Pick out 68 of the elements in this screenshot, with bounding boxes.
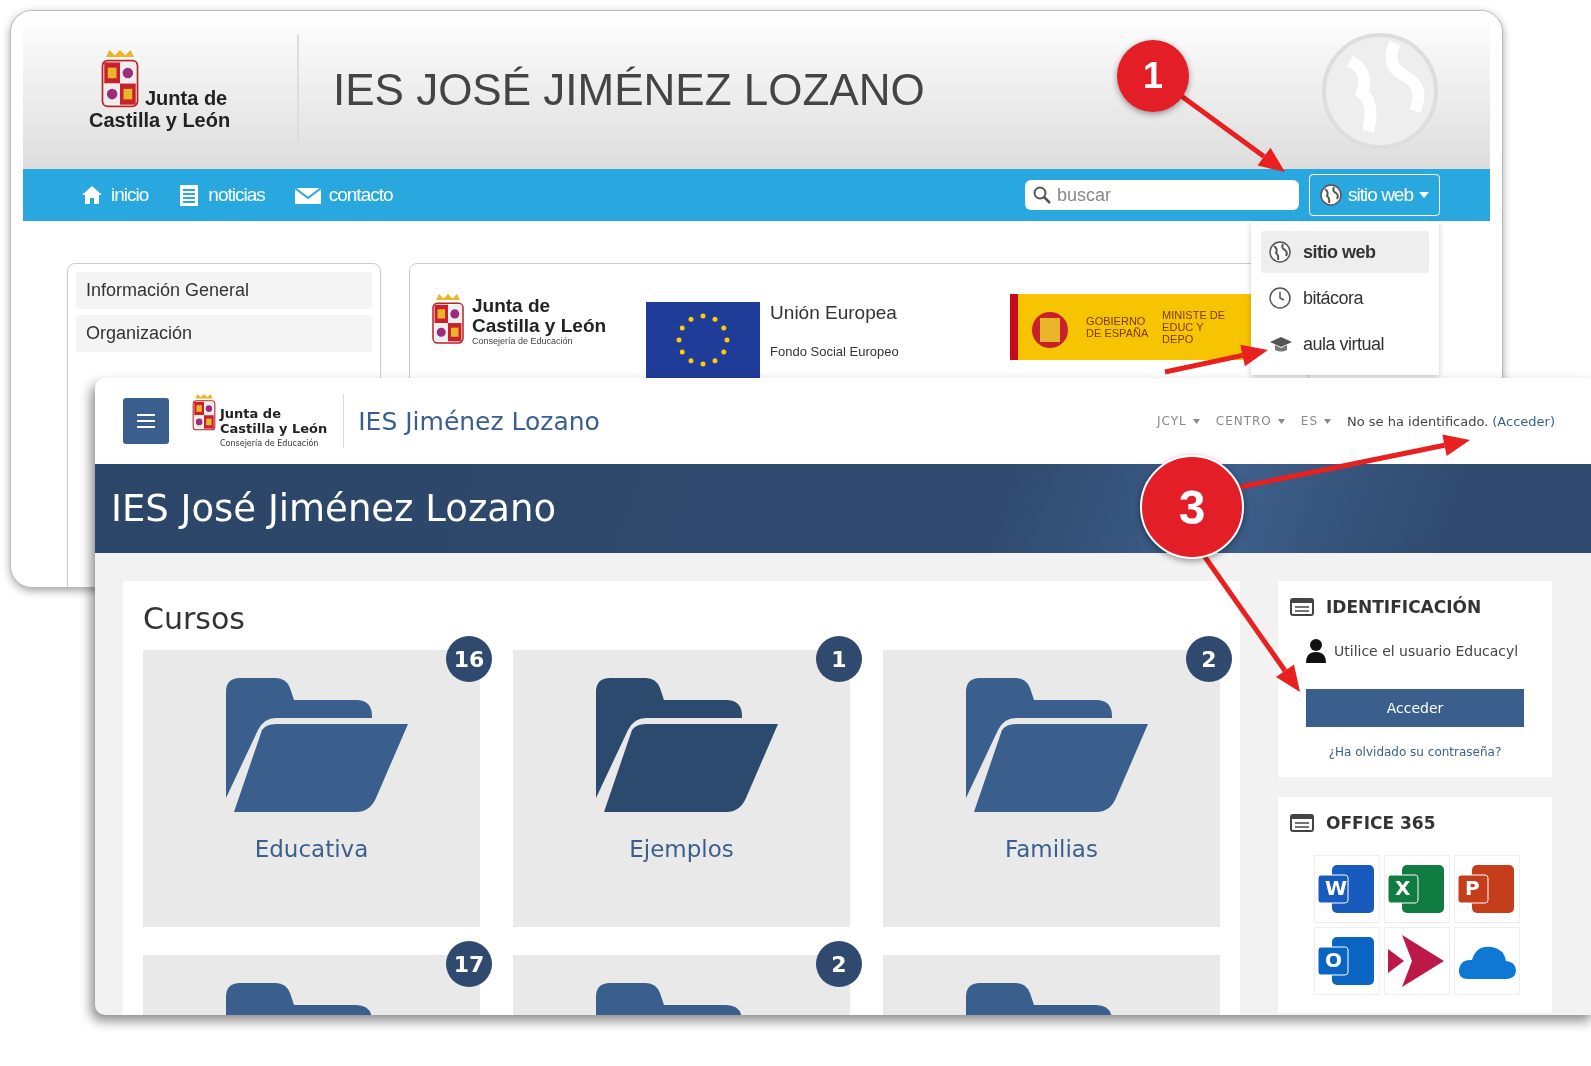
block-icon: [1290, 814, 1314, 832]
logo-text: Castilla y León: [472, 316, 607, 336]
caret-icon: [1277, 418, 1285, 424]
document-icon: [178, 184, 201, 206]
login-link[interactable]: (Acceder): [1492, 413, 1555, 429]
logo-text: Fondo Social Europeo: [770, 344, 900, 359]
menu-button[interactable]: [123, 398, 169, 444]
menu-icon: [137, 414, 155, 428]
logo-text: Consejería de Educación: [472, 336, 574, 346]
course-name: Ejemplos: [629, 836, 734, 862]
site-name-link[interactable]: IES Jiménez Lozano: [358, 406, 600, 436]
menu-item[interactable]: sitio web: [1261, 231, 1429, 273]
course-name: Educativa: [254, 836, 369, 862]
coat-of-arms-icon: [99, 50, 141, 110]
section-title: Cursos: [143, 601, 246, 636]
login-button[interactable]: Acceder: [1306, 689, 1524, 727]
user-icon: [1306, 639, 1326, 663]
logo-text: Junta de: [145, 88, 228, 110]
coat-of-arms-icon: [191, 394, 217, 432]
dropdown-link[interactable]: JCYL: [1157, 414, 1200, 428]
search-field[interactable]: buscar: [1025, 180, 1300, 210]
menu-item[interactable]: aula virtual: [1261, 323, 1429, 365]
login-status: No se ha identificado.: [1347, 413, 1489, 429]
app-tile[interactable]: O: [1314, 927, 1380, 995]
dropdown-link[interactable]: CENTRO: [1215, 414, 1285, 428]
caret-icon: [1324, 418, 1331, 424]
caret-icon: [1419, 191, 1429, 199]
logo-text: Unión Europea: [770, 302, 898, 324]
app-tile[interactable]: P: [1454, 855, 1520, 923]
menu-item[interactable]: Organización: [76, 315, 372, 352]
clock-icon: [1269, 287, 1293, 309]
menu-item[interactable]: bitácora: [1261, 277, 1429, 319]
count-badge: 17: [446, 941, 492, 987]
globe-icon: [1320, 184, 1343, 206]
app-letter: W: [1325, 876, 1348, 900]
logo-text: Castilla y León: [89, 110, 232, 130]
logo-text: Junta de: [472, 296, 552, 316]
app-letter: P: [1465, 876, 1480, 900]
course-name: Familias: [1005, 836, 1098, 862]
app-letter: O: [1325, 948, 1342, 972]
logo-text: Consejería de Educación: [220, 439, 320, 448]
block-title: OFFICE 365: [1326, 813, 1436, 833]
logo-text: GOBIERNO DE ESPAÑA: [1086, 315, 1150, 339]
search-icon: [1033, 186, 1052, 204]
block-icon: [1290, 598, 1314, 616]
app-letter: X: [1395, 876, 1411, 900]
count-badge: 2: [816, 941, 862, 987]
page-title: IES José Jiménez Lozano: [111, 487, 557, 530]
block-title: IDENTIFICACIÓN: [1326, 597, 1482, 617]
app-tile[interactable]: W: [1314, 855, 1380, 923]
count-badge: 16: [446, 636, 492, 682]
app-tile[interactable]: [1454, 927, 1520, 995]
count-badge: 1: [816, 636, 862, 682]
forgot-password-link[interactable]: ¿Ha olvidado su contraseña?: [1290, 745, 1540, 759]
globe-icon: [1269, 241, 1293, 263]
app-tile[interactable]: [1384, 927, 1450, 995]
site-title: IES JOSÉ JIMÉNEZ LOZANO: [333, 65, 925, 115]
app-tile[interactable]: X: [1384, 855, 1450, 923]
home-icon: [81, 184, 103, 206]
caret-icon: [1192, 418, 1200, 424]
hint-text: Utilice el usuario Educacyl: [1334, 643, 1519, 659]
coat-of-arms-icon: [430, 294, 466, 346]
menu-item[interactable]: Información General: [76, 272, 372, 309]
logo-text: Castilla y León: [220, 421, 328, 436]
logo-text: MINISTE DE EDUC Y DEPO: [1162, 309, 1227, 345]
count-badge: 2: [1186, 636, 1232, 682]
dropdown-link[interactable]: ES: [1300, 414, 1331, 428]
logo-text: Junta de: [220, 406, 282, 421]
